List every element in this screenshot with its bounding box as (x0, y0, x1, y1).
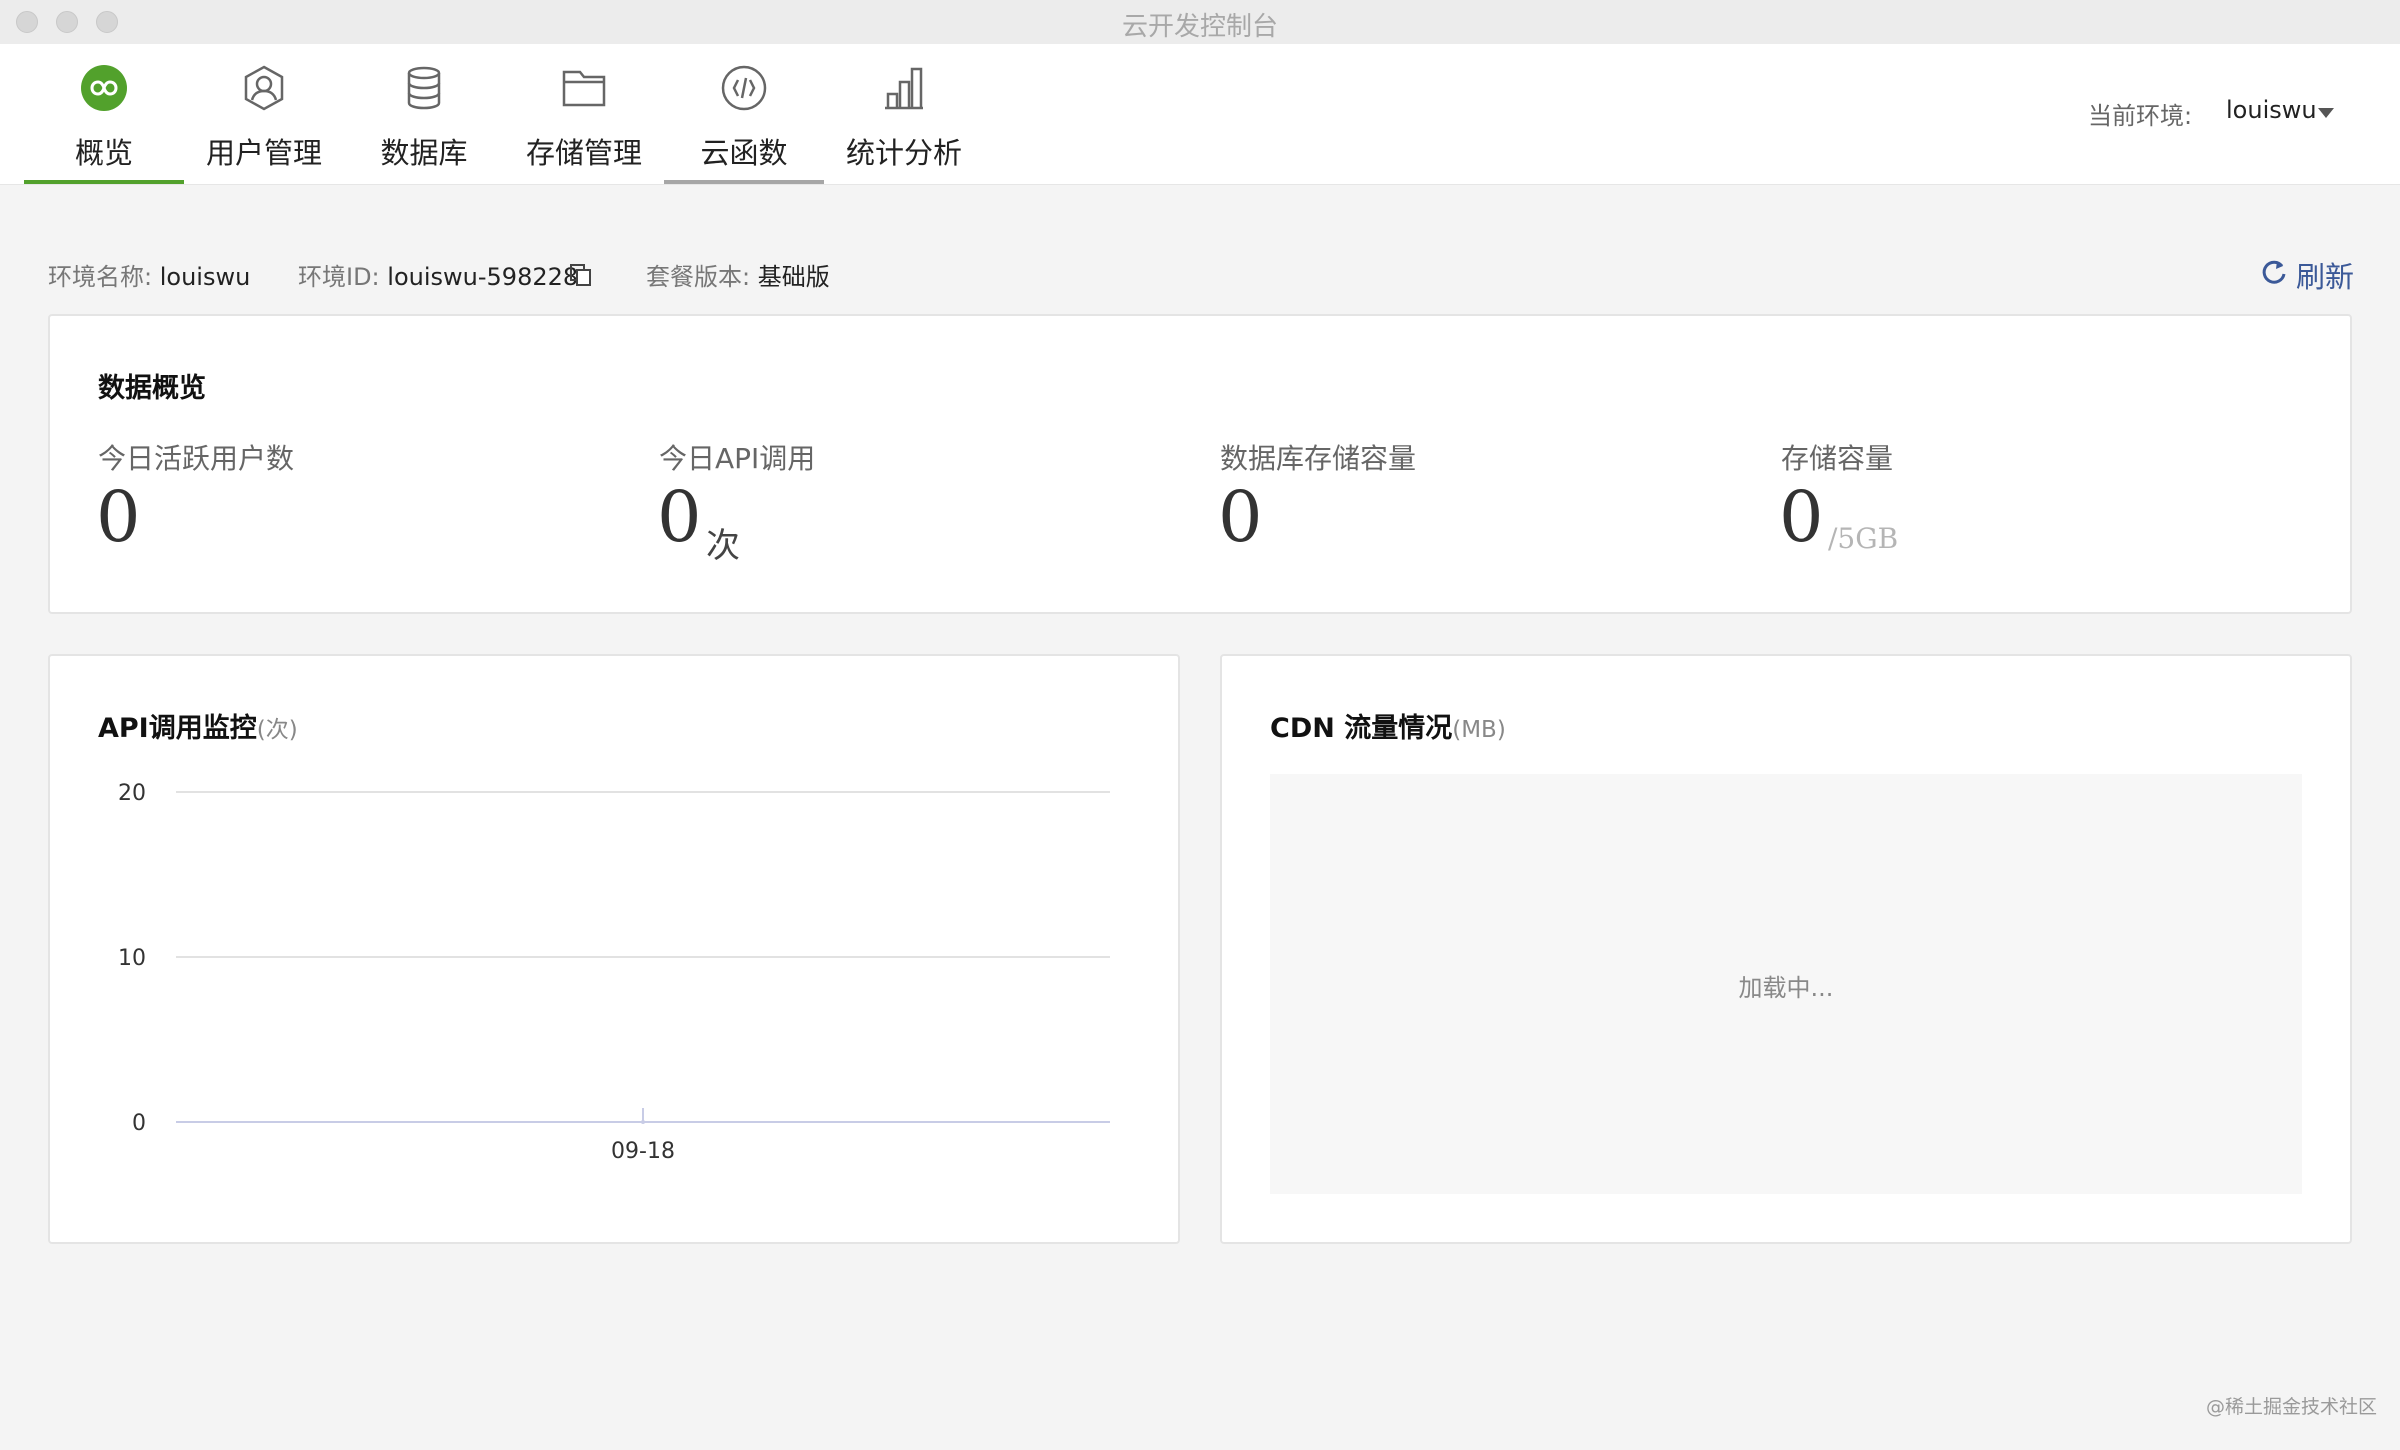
refresh-icon[interactable] (2260, 258, 2288, 286)
data-point (641, 1120, 645, 1124)
nav-item-database[interactable]: 数据库 (344, 44, 504, 184)
database-icon (407, 66, 441, 110)
bar-chart-icon (885, 67, 923, 110)
chevron-down-icon[interactable] (2318, 108, 2334, 118)
folder-icon (562, 70, 606, 107)
nav-label-overview: 概览 (74, 136, 133, 170)
api-monitor-title: API调用监控(次) (98, 706, 298, 745)
y-tick-label-0: 0 (132, 1111, 146, 1136)
cdn-chart-placeholder: 加载中... (1270, 774, 2302, 1194)
loading-text: 加载中... (1738, 974, 1834, 1002)
api-monitor-title-text: API调用监控 (98, 713, 257, 744)
api-chart: 0 10 20 09-18 (118, 781, 1110, 1164)
cdn-unit: (MB) (1452, 717, 1506, 743)
nav-label-database: 数据库 (380, 136, 468, 170)
env-selector[interactable]: louiswu (2226, 96, 2317, 124)
nav-label-users: 用户管理 (205, 136, 322, 170)
copy-icon[interactable] (570, 264, 592, 286)
nav-item-users[interactable]: 用户管理 (184, 44, 344, 184)
top-nav: 概览 用户管理 数据库 存储管理 云函数 统计分析 当前环境: louiswu (0, 44, 2400, 185)
nav-item-storage[interactable]: 存储管理 (504, 44, 664, 184)
api-monitor-unit: (次) (256, 717, 298, 743)
metric-value-db-storage: 0 (1218, 476, 1263, 558)
env-id-info: 环境ID: louiswu-598228 (298, 257, 578, 292)
cdn-title-text: CDN 流量情况 (1270, 713, 1453, 744)
nav-label-storage: 存储管理 (525, 136, 642, 170)
watermark: @稀土掘金技术社区 (2206, 1396, 2378, 1418)
active-tab-indicator (24, 180, 184, 184)
metric-label-active-users: 今日活跃用户数 (98, 442, 295, 475)
hover-tab-indicator (664, 180, 824, 184)
refresh-button[interactable]: 刷新 (2296, 254, 2354, 296)
overview-card (48, 314, 2352, 614)
plan-value: 基础版 (757, 263, 830, 291)
plan-info: 套餐版本: 基础版 (646, 257, 830, 292)
title-bar: 云开发控制台 (0, 0, 2400, 45)
y-tick-label-20: 20 (118, 781, 146, 806)
nav-item-functions[interactable]: 云函数 (664, 44, 824, 184)
metric-value-active-users: 0 (96, 476, 141, 558)
env-id-label: 环境ID: (298, 263, 380, 291)
x-tick-label: 09-18 (611, 1139, 675, 1164)
nav-item-overview[interactable]: 概览 (24, 44, 184, 184)
metric-value-api-calls: 0 (657, 476, 702, 558)
metric-unit-storage: /5GB (1828, 522, 1899, 555)
env-name-info: 环境名称: louiswu (48, 257, 250, 292)
nav-label-analytics: 统计分析 (845, 136, 962, 170)
cdn-title: CDN 流量情况(MB) (1270, 706, 1506, 745)
env-name-label: 环境名称: (48, 263, 153, 291)
nav-label-functions: 云函数 (700, 136, 788, 170)
infinity-icon (81, 65, 127, 111)
env-id-value: louiswu-598228 (387, 263, 579, 291)
metric-label-storage: 存储容量 (1781, 442, 1894, 475)
function-icon (721, 65, 767, 111)
user-icon (244, 65, 284, 111)
metric-label-db-storage: 数据库存储容量 (1220, 442, 1417, 475)
nav-item-analytics[interactable]: 统计分析 (824, 44, 984, 184)
y-tick-label-10: 10 (118, 946, 146, 971)
env-name-value: louiswu (159, 263, 251, 291)
overview-title: 数据概览 (98, 373, 206, 404)
plan-label: 套餐版本: (646, 263, 751, 291)
metric-unit-api-calls: 次 (706, 526, 740, 566)
metric-label-api-calls: 今日API调用 (659, 442, 816, 475)
window-title: 云开发控制台 (1121, 12, 1278, 42)
env-selector-label: 当前环境: (2088, 102, 2193, 130)
app-window: 云开发控制台 概览 用户管理 数据库 存储管理 云函数 统计分析 当前环境: l… (0, 0, 2400, 1450)
metric-value-storage: 0 (1779, 476, 1824, 558)
